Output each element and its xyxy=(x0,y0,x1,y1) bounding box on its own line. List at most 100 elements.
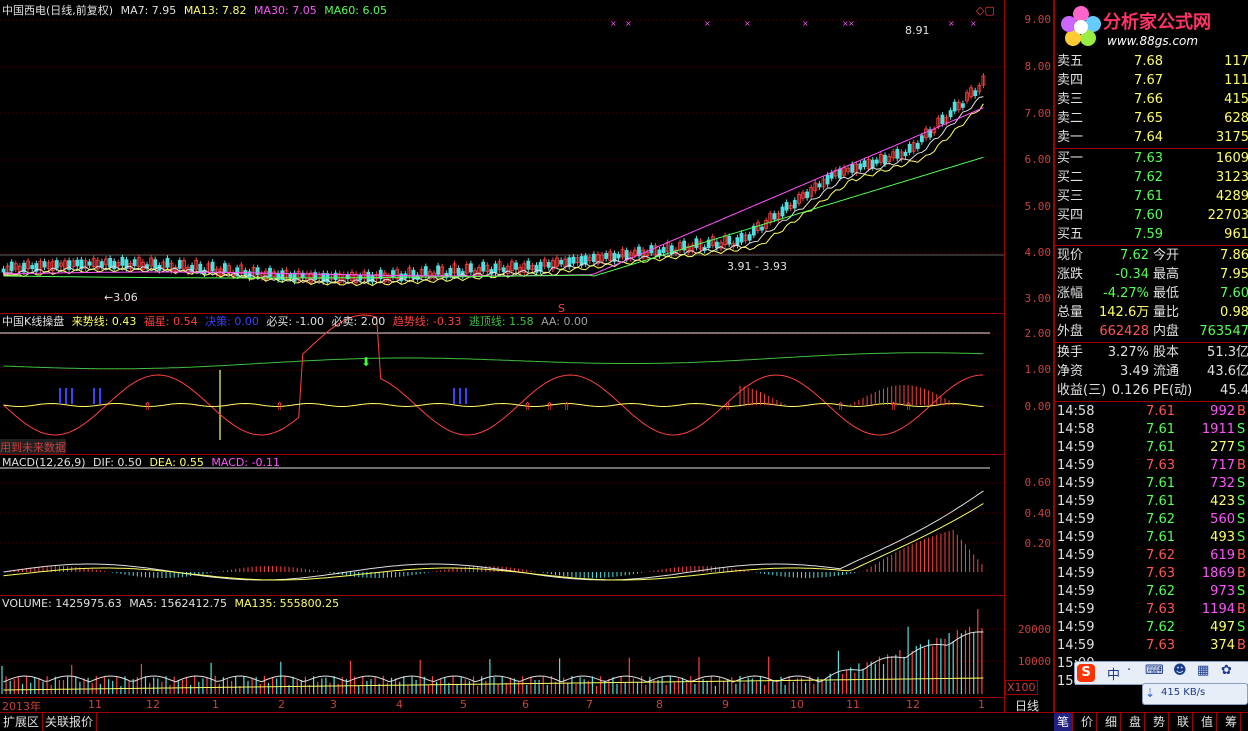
ime-mode[interactable]: 中 xyxy=(1107,664,1120,683)
grid-icon[interactable]: ▦ xyxy=(1197,663,1209,678)
sell-marker-icon: × xyxy=(704,19,711,28)
side-tab[interactable]: 势 xyxy=(1150,713,1170,731)
candle-body xyxy=(9,261,14,272)
quote-volume: 3123 xyxy=(1215,170,1248,185)
candle-body xyxy=(571,256,576,264)
side-tab[interactable]: 联 xyxy=(1174,713,1194,731)
quote-panel: 分析家公式网 www.88gs.com 卖五 7.68 117 卖四 7.67 111 卖三… xyxy=(1054,0,1248,712)
y-label: 2.00 xyxy=(1024,327,1052,340)
tab-related-quotes[interactable]: 关联报价 xyxy=(42,713,98,731)
x-label: 1 xyxy=(212,698,219,711)
tick-volume: 374 xyxy=(1210,638,1235,653)
candle-body xyxy=(165,257,170,268)
candle-body xyxy=(210,261,215,272)
candle-body xyxy=(198,263,203,272)
quote-row: 涨跌 -0.34 最高 7.95 xyxy=(1055,265,1248,284)
x-label: 11 xyxy=(846,698,860,711)
side-tab[interactable]: 值 xyxy=(1198,713,1218,731)
bottom-bar: 扩展区 关联报价 笔价细盘势联值筹 xyxy=(0,712,1248,731)
tick-time: 14:59 xyxy=(1057,476,1095,491)
candle-body xyxy=(132,259,137,267)
tick-volume: 493 xyxy=(1210,530,1235,545)
candle-body xyxy=(784,202,789,211)
candle-body xyxy=(538,261,543,272)
tick-direction: B xyxy=(1237,638,1246,653)
volume-value: VOLUME: 1425975.63 xyxy=(2,597,122,610)
quote-label: 买三 xyxy=(1057,189,1084,204)
quote-label: 买一 xyxy=(1057,151,1084,166)
side-tab[interactable]: 筹 xyxy=(1222,713,1242,731)
window-controls-icon[interactable]: ◇▢ xyxy=(976,4,995,17)
candle-body xyxy=(54,260,59,269)
candle-body xyxy=(423,266,428,276)
stat-label: 最高 xyxy=(1153,267,1180,282)
candle-body xyxy=(952,101,957,112)
side-tab[interactable]: 价 xyxy=(1078,713,1098,731)
sell-marker-icon: × xyxy=(948,19,955,28)
candle-body xyxy=(391,270,395,278)
tick-time: 14:58 xyxy=(1057,404,1095,419)
ma60-line xyxy=(3,156,984,279)
future-data-note: 用到未来数据 xyxy=(0,439,66,455)
candle-body xyxy=(468,263,473,273)
tick-time: 14:59 xyxy=(1057,458,1095,473)
candle-body xyxy=(874,159,879,164)
candle-body xyxy=(829,172,834,179)
quote-volume: 22703 xyxy=(1207,208,1248,223)
buy-arrow-icon: ⇑ xyxy=(562,400,571,413)
chart-area[interactable]: × × × × × × × × × ⇑ ⇑ ⇑ ⇑ ⇑ ⇑ ⇑ ⇑ ⇑ ⬇ 中国西电(日线,前复权) MA7: 7.… xyxy=(0,0,1004,713)
stat-value: 662428 xyxy=(1099,324,1149,339)
tick-time: 14:59 xyxy=(1057,620,1095,635)
candle-body xyxy=(838,168,842,179)
quote-row: 卖二 7.65 628 xyxy=(1055,109,1248,128)
tick-row: 14:59 7.63 1194 B xyxy=(1055,601,1248,619)
user-icon[interactable]: ☻ xyxy=(1173,663,1187,678)
tick-row: 14:58 7.61 992 B xyxy=(1055,403,1248,421)
stat-value: 3.27% xyxy=(1107,345,1149,360)
candle-body xyxy=(694,238,699,248)
side-tab[interactable]: 细 xyxy=(1102,713,1122,731)
tick-direction: B xyxy=(1237,548,1246,563)
tab-extension[interactable]: 扩展区 xyxy=(0,713,44,731)
y-label: 0.00 xyxy=(1024,400,1052,413)
candle-body xyxy=(883,154,887,165)
buy-arrow-icon: ⇑ xyxy=(889,400,898,413)
x-label: 9 xyxy=(722,698,729,711)
sell-marker-icon: × xyxy=(970,19,977,28)
stat-label: 量比 xyxy=(1153,305,1180,320)
stat-value: 142.6万 xyxy=(1099,305,1150,320)
side-tab[interactable]: 笔 xyxy=(1054,713,1074,731)
indicator-title: 中国K线操盘 xyxy=(2,315,65,328)
candle-body xyxy=(436,265,441,275)
quote-price: 7.68 xyxy=(1134,54,1163,69)
ime-toolbar[interactable]: S 中 · ⌨ ☻ ▦ ✿ xyxy=(1074,661,1248,685)
candle-body xyxy=(920,135,924,143)
ime-tools-icon[interactable]: · xyxy=(1127,663,1131,678)
quote-row: 卖五 7.68 117 xyxy=(1055,52,1248,71)
sell-marker-icon: × xyxy=(610,19,617,28)
side-tab[interactable]: 盘 xyxy=(1126,713,1146,731)
buy-arrow-icon: ⇑ xyxy=(904,400,913,413)
quote-row: 卖三 7.66 415 xyxy=(1055,90,1248,109)
keyboard-icon[interactable]: ⌨ xyxy=(1145,663,1164,678)
candle-body xyxy=(948,110,953,118)
y-label: 9.00 xyxy=(1024,13,1052,26)
quote-price: 7.62 xyxy=(1134,170,1163,185)
tick-price: 7.61 xyxy=(1146,476,1175,491)
volume-ma5-line xyxy=(3,631,984,683)
candle-body xyxy=(153,259,158,269)
indicator-item-0: 来势线: 0.43 xyxy=(71,315,137,328)
candle-body xyxy=(255,267,260,276)
skin-icon[interactable]: ✿ xyxy=(1221,663,1232,678)
stat-value: 0.98 xyxy=(1220,305,1248,320)
stat-value: 7.62 xyxy=(1120,248,1149,263)
buy-arrow-icon: ⇑ xyxy=(523,400,532,413)
sogou-icon[interactable]: S xyxy=(1077,664,1095,682)
stat-label: 今开 xyxy=(1153,248,1180,263)
x-label: 12 xyxy=(146,698,160,711)
candle-body xyxy=(42,261,47,268)
quote-row: 外盘 662428 内盘 763547 xyxy=(1055,322,1248,341)
indicator-item-2: 决策: 0.00 xyxy=(205,315,259,328)
stat-value: 43.6亿 xyxy=(1207,364,1248,379)
candle-body xyxy=(715,241,719,249)
